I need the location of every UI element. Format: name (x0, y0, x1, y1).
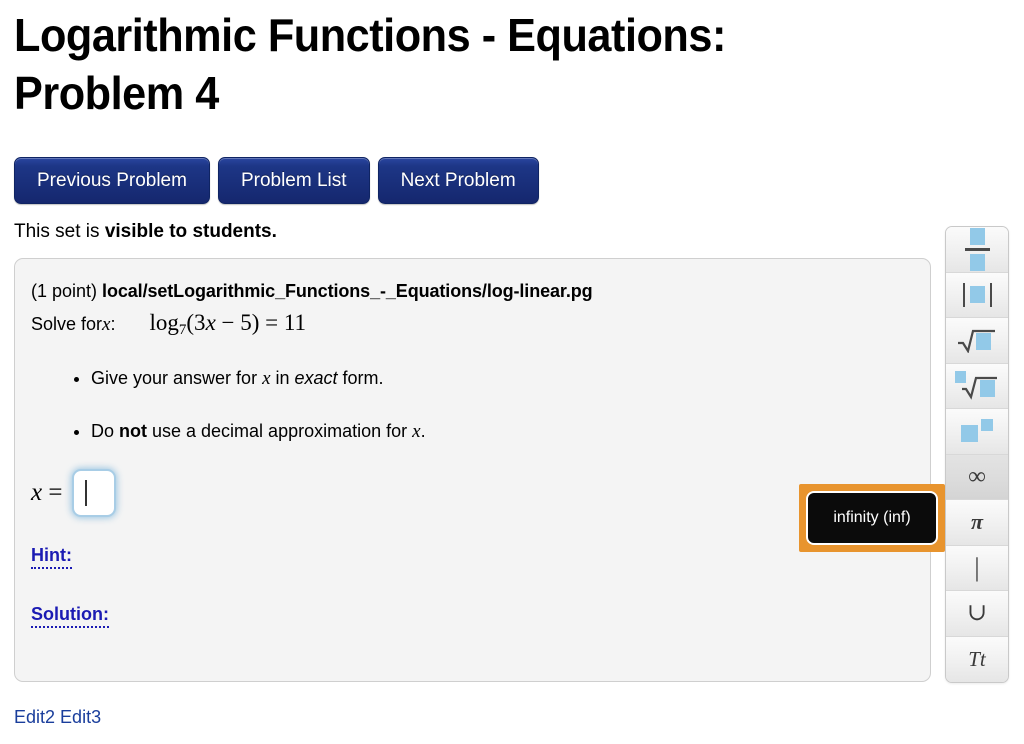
bullet-emphasis: exact (294, 368, 338, 388)
answer-input[interactable] (74, 471, 115, 515)
bullet-math-var: x (262, 368, 271, 389)
set-visibility-status: This set is visible to students. (14, 221, 277, 243)
text-mode-button[interactable]: Tt (946, 636, 1008, 682)
infinity-button[interactable]: ∞ (946, 454, 1008, 500)
problem-list-button[interactable]: Problem List (217, 157, 370, 204)
vertical-bar-button[interactable]: | (946, 545, 1008, 591)
solve-label: Solve for (31, 314, 103, 334)
union-button[interactable]: ∪ (946, 591, 1008, 637)
exponent-icon (961, 419, 993, 443)
pi-button[interactable]: π (946, 500, 1008, 546)
bullet-part: . (420, 421, 426, 441)
equation-log: log (149, 310, 179, 335)
instruction-list: Give your answer for x in exact form. Do… (65, 367, 426, 443)
fraction-button[interactable] (946, 227, 1008, 273)
list-item: Give your answer for x in exact form. (91, 367, 426, 390)
page-title: Logarithmic Functions - Equations: Probl… (14, 9, 726, 119)
problem-source-path: local/setLogarithmic_Functions_-_Equatio… (102, 281, 593, 301)
bullet-part: form. (337, 368, 384, 388)
problem-header: (1 point) local/setLogarithmic_Functions… (31, 281, 593, 302)
next-problem-button[interactable]: Next Problem (377, 157, 539, 204)
equation-open: (3 (186, 310, 206, 335)
absolute-value-icon (962, 282, 992, 307)
pi-icon: π (970, 509, 983, 535)
edit2-link[interactable]: Edit2 (14, 707, 55, 727)
absolute-value-button[interactable] (946, 272, 1008, 318)
nth-root-button[interactable] (946, 363, 1008, 409)
bullet-part: Give your answer for (91, 368, 263, 388)
union-icon: ∪ (966, 600, 988, 627)
infinity-icon: ∞ (968, 463, 986, 491)
solve-variable: x (102, 314, 111, 335)
bullet-part: in (270, 368, 295, 388)
problem-panel: (1 point) local/setLogarithmic_Functions… (14, 258, 931, 682)
solve-colon: : (110, 314, 116, 334)
visibility-prefix: This set is (14, 221, 105, 242)
edit-links: Edit2 Edit3 (14, 707, 101, 728)
math-symbol-palette: ∞ π | ∪ Tt (945, 226, 1009, 683)
answer-row: x = (31, 471, 115, 515)
previous-problem-button[interactable]: Previous Problem (14, 157, 210, 204)
visibility-emphasis: visible to students. (104, 221, 277, 242)
bullet-part: Do (91, 421, 120, 441)
exponent-button[interactable] (946, 409, 1008, 455)
hint-link[interactable]: Hint: (31, 545, 72, 569)
fraction-icon (964, 227, 990, 271)
square-root-icon (957, 327, 997, 354)
solve-instruction: Solve for x: log7(3x − 5) = 11 (31, 310, 306, 339)
answer-variable: x = (31, 479, 62, 507)
bullet-math-var: x (412, 421, 421, 442)
problem-equation: log7(3x − 5) = 11 (150, 310, 307, 339)
text-mode-icon: Tt (968, 646, 986, 671)
tooltip-highlight-box: infinity (inf) (799, 484, 945, 552)
nth-root-icon (955, 370, 999, 401)
answer-input-wrapper (74, 471, 115, 515)
tooltip: infinity (inf) (806, 491, 938, 545)
answer-var-glyph: x (31, 479, 43, 506)
list-item: Do not use a decimal approximation for x… (91, 420, 426, 443)
problem-navigation: Previous Problem Problem List Next Probl… (14, 157, 539, 204)
solution-link[interactable]: Solution: (31, 604, 109, 628)
equation-rest: − 5) = 11 (215, 310, 307, 335)
answer-equals-glyph: = (42, 479, 63, 506)
square-root-button[interactable] (946, 318, 1008, 364)
bullet-strong: not (119, 421, 147, 441)
problem-points: (1 point) (31, 281, 103, 301)
bullet-part: use a decimal approximation for (147, 421, 413, 441)
edit3-link[interactable]: Edit3 (60, 707, 101, 727)
equation-variable: x (205, 310, 216, 335)
vertical-bar-icon: | (974, 552, 980, 582)
